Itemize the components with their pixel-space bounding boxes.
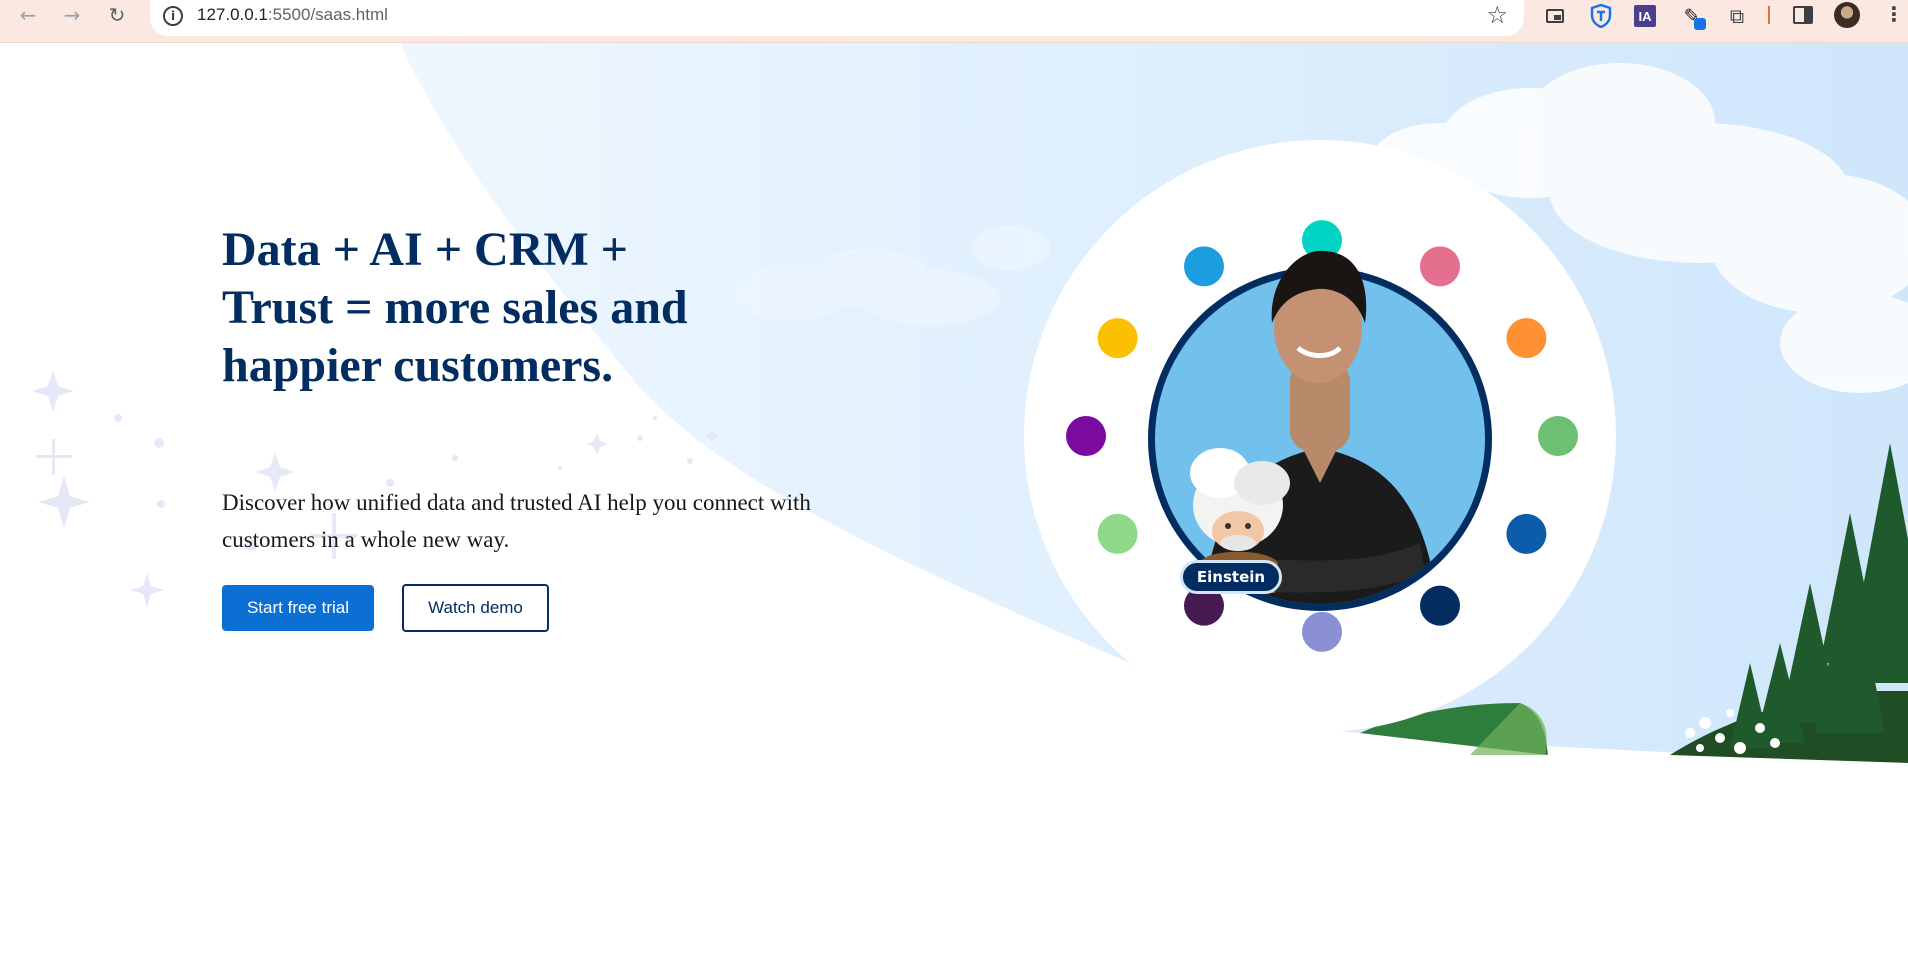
url-text[interactable]: 127.0.0.1:5500/saas.html — [197, 5, 388, 25]
ia-extension-icon[interactable]: IA — [1634, 5, 1656, 27]
einstein-label-badge: Einstein — [1180, 560, 1282, 594]
color-dot — [1506, 513, 1547, 554]
extension-badge — [1694, 18, 1706, 30]
browser-toolbar: ← → ↻ i 127.0.0.1:5500/saas.html ☆ IA ✎ … — [0, 0, 1908, 43]
reload-icon[interactable]: ↻ — [99, 0, 135, 30]
picture-in-picture-icon[interactable] — [1541, 2, 1569, 30]
extensions-puzzle-icon[interactable]: ⧉ — [1723, 2, 1751, 30]
url-path: :5500/saas.html — [267, 5, 388, 24]
forward-icon[interactable]: → — [54, 0, 90, 30]
start-free-trial-button[interactable]: Start free trial — [222, 585, 374, 631]
color-dot — [1066, 416, 1106, 456]
color-dot — [1302, 611, 1342, 652]
bookmark-star-icon[interactable]: ☆ — [1486, 1, 1508, 29]
color-dot — [1097, 318, 1138, 359]
hero-subtext: Discover how unified data and trusted AI… — [222, 490, 811, 552]
color-dot — [1506, 318, 1547, 359]
color-dot — [1184, 246, 1224, 287]
watch-demo-button[interactable]: Watch demo — [402, 584, 549, 632]
color-dot — [1420, 585, 1460, 626]
hero-section: Data + AI + CRM + Trust = more sales and… — [0, 43, 1908, 963]
color-dot — [1538, 416, 1578, 456]
shield-extension-icon[interactable] — [1587, 2, 1615, 30]
url-host: 127.0.0.1 — [197, 5, 268, 24]
ia-extension-label: IA — [1638, 8, 1652, 24]
menu-kebab-icon[interactable]: ⋮ — [1884, 2, 1904, 26]
color-dot — [1420, 246, 1460, 287]
back-icon[interactable]: ← — [10, 0, 46, 30]
address-bar[interactable]: i 127.0.0.1:5500/saas.html ☆ — [150, 0, 1524, 36]
toolbar-separator — [1768, 6, 1770, 24]
site-info-icon[interactable]: i — [163, 6, 183, 26]
pen-extension-icon[interactable]: ✎ — [1678, 2, 1706, 30]
color-dot — [1097, 513, 1138, 554]
side-panel-icon[interactable] — [1793, 6, 1813, 24]
hero-headline: Data + AI + CRM + Trust = more sales and… — [222, 223, 688, 392]
profile-avatar[interactable] — [1834, 2, 1860, 28]
